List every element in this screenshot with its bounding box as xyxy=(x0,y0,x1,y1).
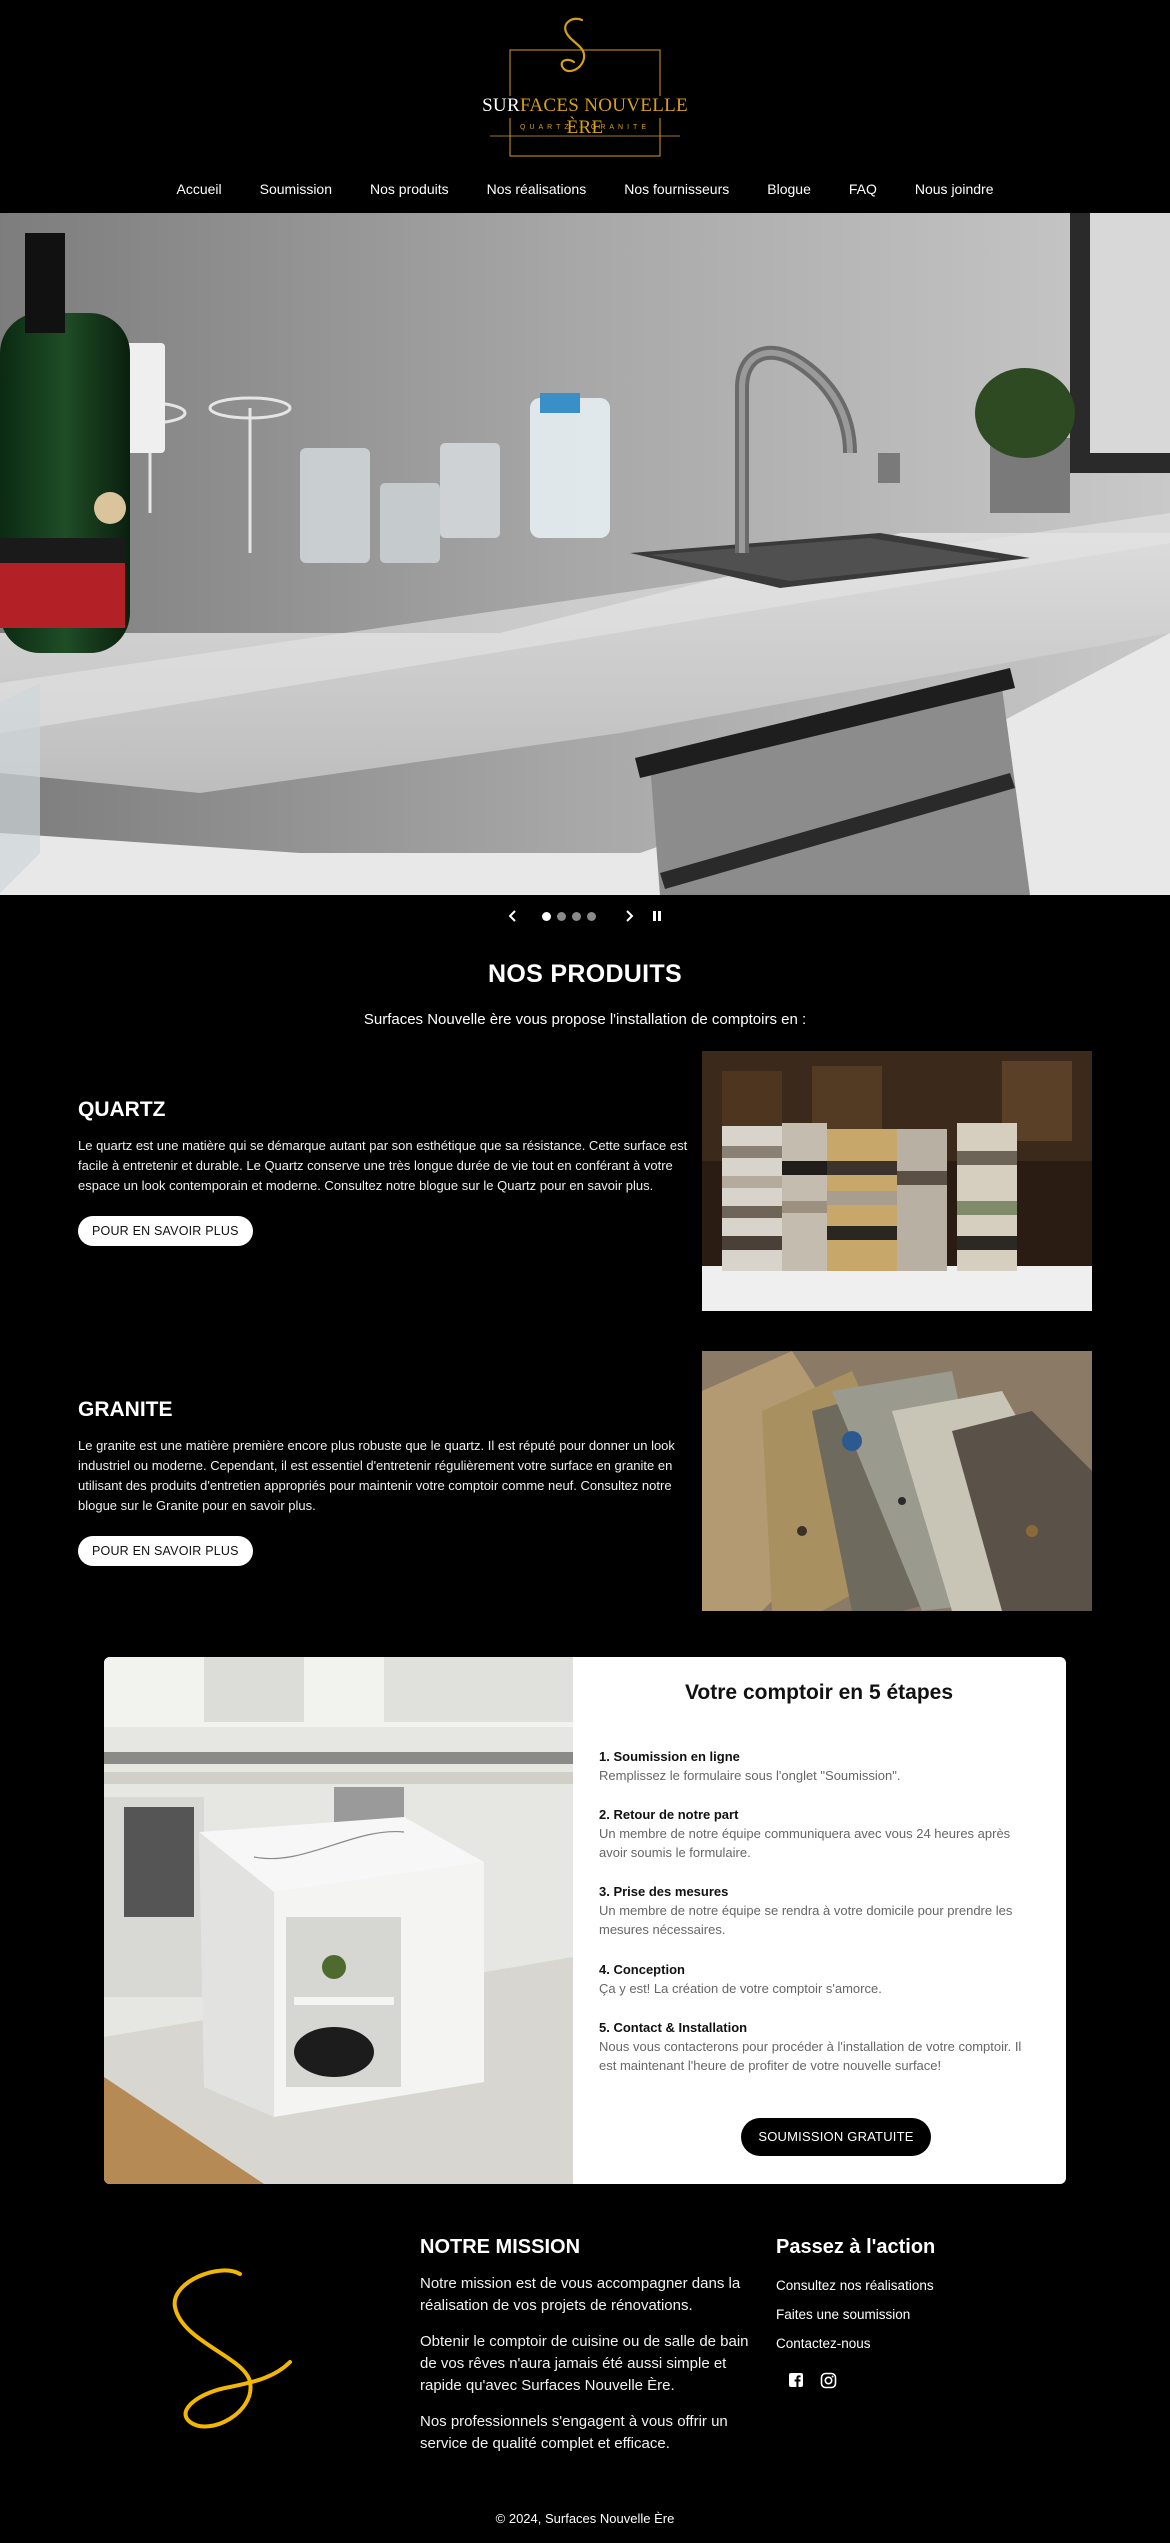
link-realisations[interactable]: Consultez nos réalisations xyxy=(776,2271,1016,2300)
social-links xyxy=(776,2372,1016,2390)
step-item: 5. Contact & Installation Nous vous cont… xyxy=(599,2018,1039,2075)
products-title: NOS PRODUITS xyxy=(488,960,682,988)
carousel-dots xyxy=(542,911,596,921)
products-subtitle: Surfaces Nouvelle ère vous propose l'ins… xyxy=(363,1011,807,1028)
action-title: Passez à l'action xyxy=(776,2236,936,2258)
granite-samples-image xyxy=(702,1351,1092,1611)
product-description: Le quartz est une matière qui se démarqu… xyxy=(78,1138,688,1193)
step-title: 1. Soumission en ligne xyxy=(599,1749,740,1764)
mission-paragraph: Notre mission est de vous accompagner da… xyxy=(420,2275,741,2314)
product-name: GRANITE xyxy=(78,1398,173,1421)
nav-item-nos-realisations[interactable]: Nos réalisations xyxy=(468,178,606,200)
brand-tagline: QUARTZ · GRANITE xyxy=(520,124,650,131)
step-item: 3. Prise des mesures Un membre de notre … xyxy=(599,1882,1039,1939)
steps-title: Votre comptoir en 5 étapes xyxy=(684,1681,954,1704)
nav-item-blogue[interactable]: Blogue xyxy=(748,178,830,200)
carousel-dot-2[interactable] xyxy=(557,911,566,921)
nav-item-soumission[interactable]: Soumission xyxy=(241,178,351,200)
mission-section: NOTRE MISSION Notre mission est de vous … xyxy=(420,2236,750,2469)
product-granite: GRANITE Le granite est une matière premi… xyxy=(78,1398,688,1566)
nav-item-nous-joindre[interactable]: Nous joindre xyxy=(896,178,1013,200)
copyright: © 2024, Surfaces Nouvelle Ère xyxy=(495,2511,675,2526)
product-description: Le granite est une matière première enco… xyxy=(78,1438,675,1513)
hero-slide-image xyxy=(0,213,1170,895)
step-title: 2. Retour de notre part xyxy=(599,1807,739,1822)
step-description: Un membre de notre équipe se rendra à vo… xyxy=(599,1903,1013,1937)
chevron-left-icon[interactable] xyxy=(504,907,522,925)
action-section: Passez à l'action Consultez nos réalisat… xyxy=(776,2236,1016,2390)
chevron-right-icon[interactable] xyxy=(620,907,638,925)
facebook-icon[interactable] xyxy=(788,2372,806,2390)
brand-name-part2: FACES NOUVELLE ÈRE xyxy=(519,95,688,138)
site-header: SURFACES NOUVELLE ÈRE QUARTZ · GRANITE xyxy=(0,0,1170,165)
mission-paragraph: Nos professionnels s'engagent à vous off… xyxy=(420,2413,728,2452)
main-nav: Accueil Soumission Nos produits Nos réal… xyxy=(0,178,1170,200)
nav-item-faq[interactable]: FAQ xyxy=(830,178,896,200)
pause-icon[interactable] xyxy=(648,907,666,925)
step-description: Ça y est! La création de votre comptoir … xyxy=(599,1981,882,1996)
quartz-learn-more-button[interactable]: POUR EN SAVOIR PLUS xyxy=(78,1216,253,1246)
brand-name: SURFACES NOUVELLE ÈRE xyxy=(470,95,700,139)
free-quote-button[interactable]: SOUMISSION GRATUITE xyxy=(741,2118,931,2156)
carousel-controls xyxy=(0,904,1170,928)
carousel-dot-1[interactable] xyxy=(542,911,551,921)
steps-card: Votre comptoir en 5 étapes 1. Soumission… xyxy=(104,1657,1066,2184)
mission-paragraph: Obtenir le comptoir de cuisine ou de sal… xyxy=(420,2333,749,2394)
step-item: 1. Soumission en ligne Remplissez le for… xyxy=(599,1747,1039,1785)
nav-item-nos-fournisseurs[interactable]: Nos fournisseurs xyxy=(605,178,748,200)
step-title: 3. Prise des mesures xyxy=(599,1884,729,1899)
step-title: 5. Contact & Installation xyxy=(599,2020,748,2035)
mission-title: NOTRE MISSION xyxy=(420,2236,581,2258)
product-quartz: QUARTZ Le quartz est une matière qui se … xyxy=(78,1098,688,1246)
step-title: 4. Conception xyxy=(599,1962,685,1977)
instagram-icon[interactable] xyxy=(820,2372,838,2390)
step-description: Nous vous contacterons pour procéder à l… xyxy=(599,2039,1022,2073)
step-description: Un membre de notre équipe communiquera a… xyxy=(599,1826,1011,1860)
carousel-dot-3[interactable] xyxy=(572,911,581,921)
step-description: Remplissez le formulaire sous l'onglet "… xyxy=(599,1768,901,1783)
quartz-samples-image xyxy=(702,1051,1092,1311)
step-item: 4. Conception Ça y est! La création de v… xyxy=(599,1960,1039,1998)
link-contact[interactable]: Contactez-nous xyxy=(776,2329,1016,2358)
link-soumission[interactable]: Faites une soumission xyxy=(776,2300,1016,2329)
nav-item-nos-produits[interactable]: Nos produits xyxy=(351,178,468,200)
brand-name-part1: SUR xyxy=(482,95,520,116)
nav-item-accueil[interactable]: Accueil xyxy=(158,178,241,200)
granite-learn-more-button[interactable]: POUR EN SAVOIR PLUS xyxy=(78,1536,253,1566)
product-name: QUARTZ xyxy=(78,1098,166,1121)
steps-content: Votre comptoir en 5 étapes 1. Soumission… xyxy=(599,1657,1039,2184)
brand-s-monogram xyxy=(172,2268,292,2429)
carousel-dot-4[interactable] xyxy=(587,911,596,921)
step-item: 2. Retour de notre part Un membre de not… xyxy=(599,1805,1039,1862)
kitchen-island-image xyxy=(104,1657,573,2184)
